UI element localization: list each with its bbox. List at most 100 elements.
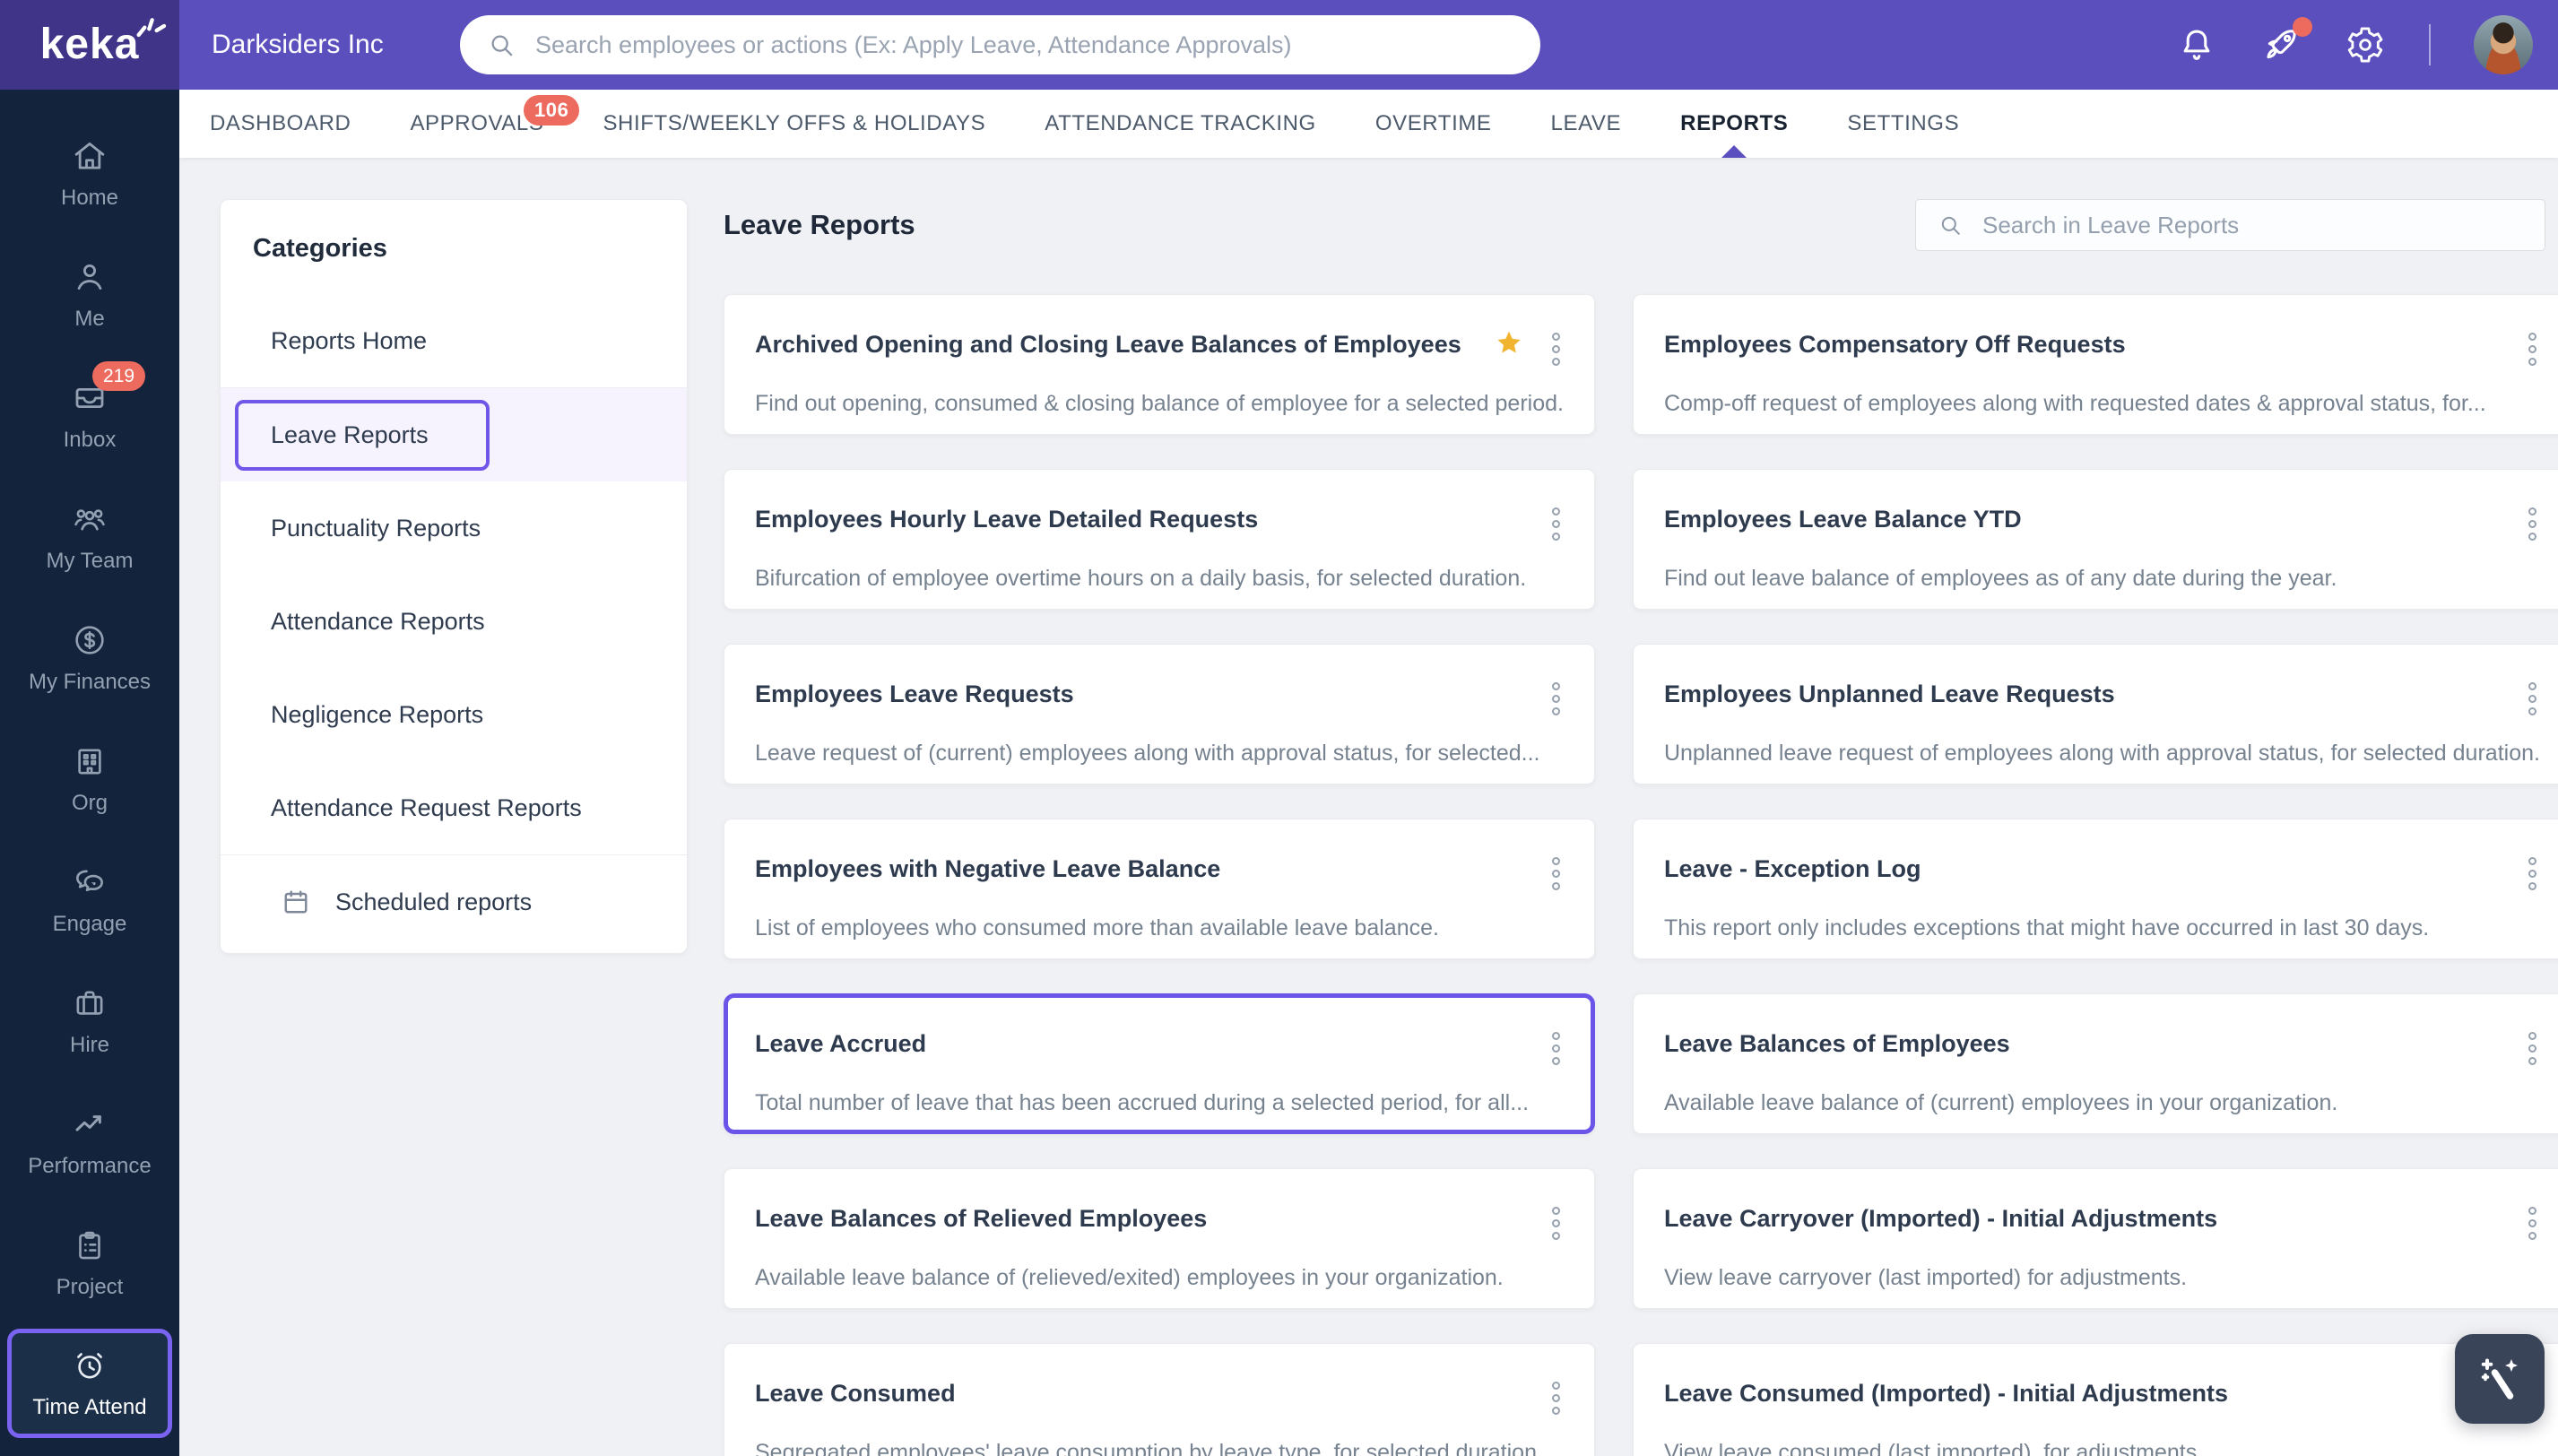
- report-card-archived-opening-and-closing-leave-balances-of-employees[interactable]: Archived Opening and Closing Leave Balan…: [724, 294, 1595, 435]
- card-menu-button[interactable]: [2525, 1030, 2540, 1067]
- sidebar-item-label: My Finances: [28, 669, 152, 694]
- bell-icon[interactable]: [2176, 24, 2217, 65]
- categories-list: Reports Home Leave Reports Punctuality Rep…: [221, 294, 687, 854]
- sidebar-item-label: Engage: [52, 911, 127, 936]
- report-card-description: Available leave balance of (relieved/exi…: [755, 1265, 1504, 1290]
- report-card-leave-exception-log[interactable]: Leave - Exception Log This report only in…: [1632, 819, 2558, 959]
- tab-overtime[interactable]: OVERTIME: [1375, 90, 1492, 158]
- category-leave-reports[interactable]: Leave Reports: [221, 388, 687, 481]
- magic-wand-icon: [2481, 1358, 2518, 1400]
- home-icon: [71, 137, 108, 175]
- sidebar-item-me[interactable]: Me: [0, 234, 179, 355]
- report-card-leave-balances-of-employees[interactable]: Leave Balances of Employees Available lea…: [1632, 993, 2558, 1134]
- sidebar-item-home[interactable]: Home: [0, 113, 179, 234]
- page-title: Leave Reports: [724, 209, 915, 240]
- engage-icon: [71, 863, 108, 901]
- sidebar-item-project[interactable]: Project: [0, 1202, 179, 1323]
- sidebar-item-inbox[interactable]: 219 Inbox: [0, 355, 179, 476]
- company-name: Darksiders Inc: [212, 30, 384, 59]
- finances-icon: [71, 621, 108, 659]
- report-card-employees-leave-balance-ytd[interactable]: Employees Leave Balance YTD Find out leav…: [1632, 469, 2558, 610]
- report-card-title: Leave Carryover (Imported) - Initial Adj…: [1663, 1205, 2218, 1232]
- report-card-title: Leave Consumed (Imported) - Initial Adju…: [1663, 1380, 2229, 1407]
- sidebar-item-time-attend[interactable]: Time Attend: [7, 1329, 172, 1438]
- favorite-star-icon[interactable]: [1493, 327, 1525, 360]
- report-card-employees-hourly-leave-detailed-requests[interactable]: Employees Hourly Leave Detailed Requests…: [724, 469, 1595, 610]
- report-card-title: Archived Opening and Closing Leave Balan…: [755, 331, 1461, 358]
- card-menu-button[interactable]: [2525, 855, 2540, 892]
- card-menu-button[interactable]: [1548, 1030, 1564, 1067]
- report-card-description: This report only includes exceptions tha…: [1663, 915, 2430, 940]
- sidebar-item-label: My Team: [46, 548, 134, 573]
- tab-dashboard[interactable]: DASHBOARD: [210, 90, 351, 158]
- card-menu-button[interactable]: [1548, 680, 1564, 717]
- global-search[interactable]: [460, 15, 1540, 74]
- sidebar-item-engage[interactable]: Engage: [0, 839, 179, 960]
- card-menu-button[interactable]: [2525, 680, 2540, 717]
- categories-title: Categories: [253, 234, 387, 263]
- card-menu-button[interactable]: [1548, 1380, 1564, 1417]
- performance-icon: [71, 1105, 108, 1143]
- report-card-employees-unplanned-leave-requests[interactable]: Employees Unplanned Leave Requests Unplan…: [1632, 644, 2558, 784]
- tab-label: SETTINGS: [1847, 111, 1960, 135]
- scheduled-reports-link[interactable]: Scheduled reports: [221, 855, 687, 949]
- tab-reports[interactable]: REPORTS: [1680, 90, 1788, 158]
- report-card-description: Segregated employees' leave consumption …: [755, 1440, 1543, 1456]
- tab-leave[interactable]: LEAVE: [1551, 90, 1622, 158]
- report-card-title: Employees Leave Balance YTD: [1663, 506, 2022, 533]
- category-punctuality-reports[interactable]: Punctuality Reports: [221, 481, 687, 575]
- tab-label: REPORTS: [1680, 111, 1789, 135]
- card-menu-button[interactable]: [1548, 1205, 1564, 1242]
- card-menu-button[interactable]: [1548, 855, 1564, 892]
- top-bar: keka Darksiders Inc: [0, 0, 2558, 90]
- user-avatar[interactable]: [2474, 15, 2533, 74]
- gear-icon[interactable]: [2345, 24, 2386, 65]
- report-card-description: View leave consumed (last imported), for…: [1663, 1440, 2204, 1456]
- hire-icon: [71, 984, 108, 1022]
- topbar-divider: [2429, 24, 2431, 65]
- main-header: Leave Reports: [724, 199, 2545, 251]
- card-menu-button[interactable]: [2525, 506, 2540, 542]
- rocket-notification-dot: [2293, 17, 2312, 37]
- keka-logo[interactable]: keka: [0, 0, 179, 90]
- category-label: Attendance Request Reports: [271, 793, 582, 821]
- category-attendance-request-reports[interactable]: Attendance Request Reports: [221, 761, 687, 854]
- tab-attendance-tracking[interactable]: ATTENDANCE TRACKING: [1045, 90, 1316, 158]
- report-card-leave-consumed[interactable]: Leave Consumed Segregated employees' leav…: [724, 1343, 1595, 1456]
- sidebar-item-hire[interactable]: Hire: [0, 960, 179, 1081]
- sidebar-item-performance[interactable]: Performance: [0, 1081, 179, 1202]
- sidebar-item-my-finances[interactable]: My Finances: [0, 597, 179, 718]
- global-search-input[interactable]: [533, 30, 1513, 60]
- team-icon: [71, 500, 108, 538]
- card-menu-button[interactable]: [2525, 1205, 2540, 1242]
- sidebar-item-my-team[interactable]: My Team: [0, 476, 179, 597]
- report-search-input[interactable]: [1981, 210, 2523, 240]
- category-attendance-reports[interactable]: Attendance Reports: [221, 575, 687, 668]
- report-card-description: List of employees who consumed more than…: [755, 915, 1439, 940]
- report-card-leave-carryover-imported-initial-adjustments[interactable]: Leave Carryover (Imported) - Initial Adj…: [1632, 1168, 2558, 1309]
- report-card-employees-leave-requests[interactable]: Employees Leave Requests Leave request of…: [724, 644, 1595, 784]
- sidebar-item-org[interactable]: Org: [0, 718, 179, 839]
- report-card-leave-accrued[interactable]: Leave Accrued Total number of leave that …: [724, 993, 1595, 1134]
- card-menu-button[interactable]: [1548, 506, 1564, 542]
- tab-settings[interactable]: SETTINGS: [1847, 90, 1959, 158]
- report-card-leave-consumed-imported-initial-adjustments[interactable]: Leave Consumed (Imported) - Initial Adju…: [1632, 1343, 2558, 1456]
- category-label: Reports Home: [271, 326, 428, 354]
- rocket-icon[interactable]: [2260, 17, 2312, 65]
- report-search[interactable]: [1915, 199, 2545, 251]
- tab-approvals[interactable]: APPROVALS 106: [410, 90, 580, 158]
- sidebar-item-label: Performance: [28, 1153, 152, 1178]
- report-card-leave-balances-of-relieved-employees[interactable]: Leave Balances of Relieved Employees Avai…: [724, 1168, 1595, 1309]
- category-label: Negligence Reports: [271, 700, 484, 728]
- category-negligence-reports[interactable]: Negligence Reports: [221, 668, 687, 761]
- category-reports-home[interactable]: Reports Home: [221, 294, 687, 387]
- magic-wand-button[interactable]: [2455, 1334, 2545, 1424]
- report-card-title: Employees with Negative Leave Balance: [755, 855, 1221, 882]
- card-menu-button[interactable]: [2525, 331, 2540, 368]
- card-menu-button[interactable]: [1548, 331, 1564, 368]
- report-card-employees-compensatory-off-requests[interactable]: Employees Compensatory Off Requests Comp-…: [1632, 294, 2558, 435]
- tab-shifts-weekly-offs-holidays[interactable]: SHIFTS/WEEKLY OFFS & HOLIDAYS: [603, 90, 985, 158]
- inbox-icon: 219: [71, 360, 146, 417]
- sidebar-item-label: Home: [60, 185, 119, 210]
- report-card-employees-with-negative-leave-balance[interactable]: Employees with Negative Leave Balance Lis…: [724, 819, 1595, 959]
